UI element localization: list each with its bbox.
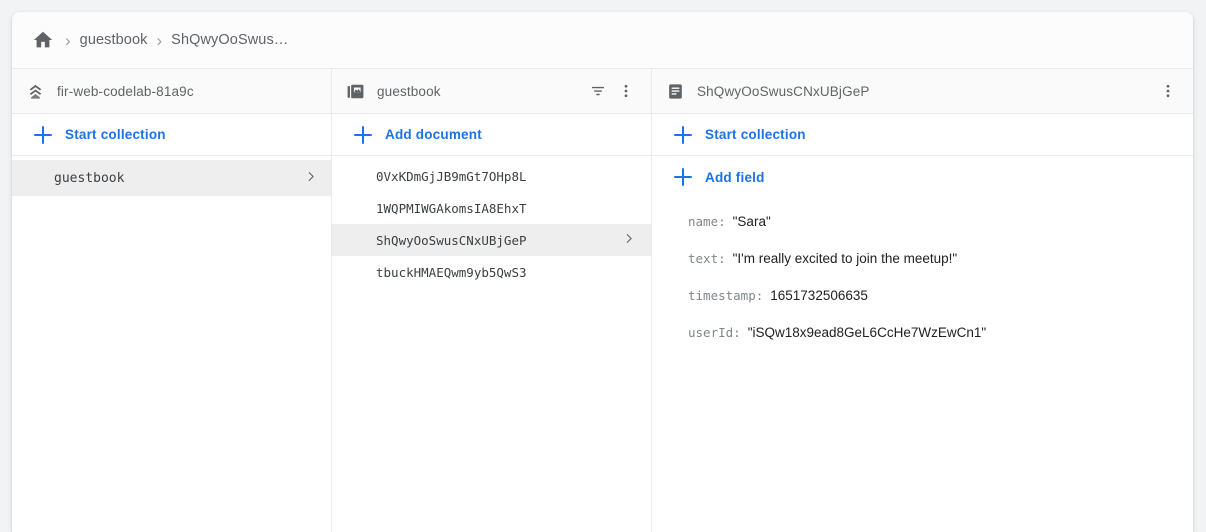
field-row[interactable]: text: "I'm really excited to join the me… [688,249,1193,268]
document-list: 0VxKDmGjJB9mGt7OHp8L 1WQPMIWGAkomsIA8Ehx… [332,156,651,288]
collection-header-actions [585,78,639,104]
document-panel: ShQwyOoSwusCNxUBjGeP Start collection [652,69,1193,532]
list-item[interactable]: ShQwyOoSwusCNxUBjGeP [332,224,651,256]
filter-icon[interactable] [585,78,611,104]
document-id: tbuckHMAEQwm9yb5QwS3 [376,265,637,280]
collection-icon [346,82,365,101]
collection-panel-title: guestbook [377,84,577,99]
start-collection-button-doc[interactable]: Start collection [652,114,1193,156]
field-value: "Sara" [733,212,771,231]
document-header-actions [1155,78,1181,104]
field-key: name: [688,212,726,231]
start-collection-button-db[interactable]: Start collection [12,114,331,156]
field-key: userId: [688,323,741,342]
field-row[interactable]: userId: "iSQw18x9ead8GeL6CcHe7WzEwCn1" [688,323,1193,342]
add-document-label: Add document [385,127,482,142]
collection-panel: guestbook [332,69,652,532]
field-value: "iSQw18x9ead8GeL6CcHe7WzEwCn1" [748,323,986,342]
plus-icon [354,126,372,144]
list-item[interactable]: tbuckHMAEQwm9yb5QwS3 [332,256,651,288]
list-item[interactable]: 0VxKDmGjJB9mGt7OHp8L [332,160,651,192]
document-id: 0VxKDmGjJB9mGt7OHp8L [376,169,637,184]
collection-name: guestbook [54,171,302,186]
chevron-right-icon [620,230,637,250]
list-item[interactable]: guestbook [12,160,331,196]
plus-icon [674,126,692,144]
panel-columns: fir-web-codelab-81a9c Start collection g… [12,69,1193,532]
document-icon [666,82,685,101]
list-item[interactable]: 1WQPMIWGAkomsIA8EhxT [332,192,651,224]
field-row[interactable]: name: "Sara" [688,212,1193,231]
add-field-button[interactable]: Add field [652,156,1193,198]
field-value: 1651732506635 [770,286,868,305]
home-icon[interactable] [32,29,54,51]
collection-list: guestbook [12,156,331,196]
field-row[interactable]: timestamp: 1651732506635 [688,286,1193,305]
collection-panel-header: guestbook [332,69,651,114]
start-collection-label-db: Start collection [65,127,166,142]
plus-icon [34,126,52,144]
more-vert-icon[interactable] [613,78,639,104]
add-document-button[interactable]: Add document [332,114,651,156]
field-key: timestamp: [688,286,763,305]
breadcrumb: › guestbook › ShQwyOoSwus… [12,12,1193,69]
start-collection-label-doc: Start collection [705,127,806,142]
document-panel-title: ShQwyOoSwusCNxUBjGeP [697,84,1147,99]
breadcrumb-item-document[interactable]: ShQwyOoSwus… [171,32,288,48]
database-panel-title: fir-web-codelab-81a9c [57,84,319,99]
more-vert-icon[interactable] [1155,78,1181,104]
breadcrumb-separator-2: › [157,32,163,49]
firestore-data-card: › guestbook › ShQwyOoSwus… fir-web-codel… [12,12,1193,532]
firestore-database-icon [26,82,45,101]
field-list: name: "Sara" text: "I'm really excited t… [652,198,1193,342]
field-value: "I'm really excited to join the meetup!" [733,249,958,268]
chevron-right-icon [302,168,319,189]
breadcrumb-separator-1: › [65,32,71,49]
database-panel: fir-web-codelab-81a9c Start collection g… [12,69,332,532]
document-id: ShQwyOoSwusCNxUBjGeP [376,233,620,248]
breadcrumb-item-collection[interactable]: guestbook [80,32,148,48]
add-field-label: Add field [705,170,765,185]
field-key: text: [688,249,726,268]
document-id: 1WQPMIWGAkomsIA8EhxT [376,201,637,216]
database-panel-header: fir-web-codelab-81a9c [12,69,331,114]
document-panel-header: ShQwyOoSwusCNxUBjGeP [652,69,1193,114]
plus-icon [674,168,692,186]
